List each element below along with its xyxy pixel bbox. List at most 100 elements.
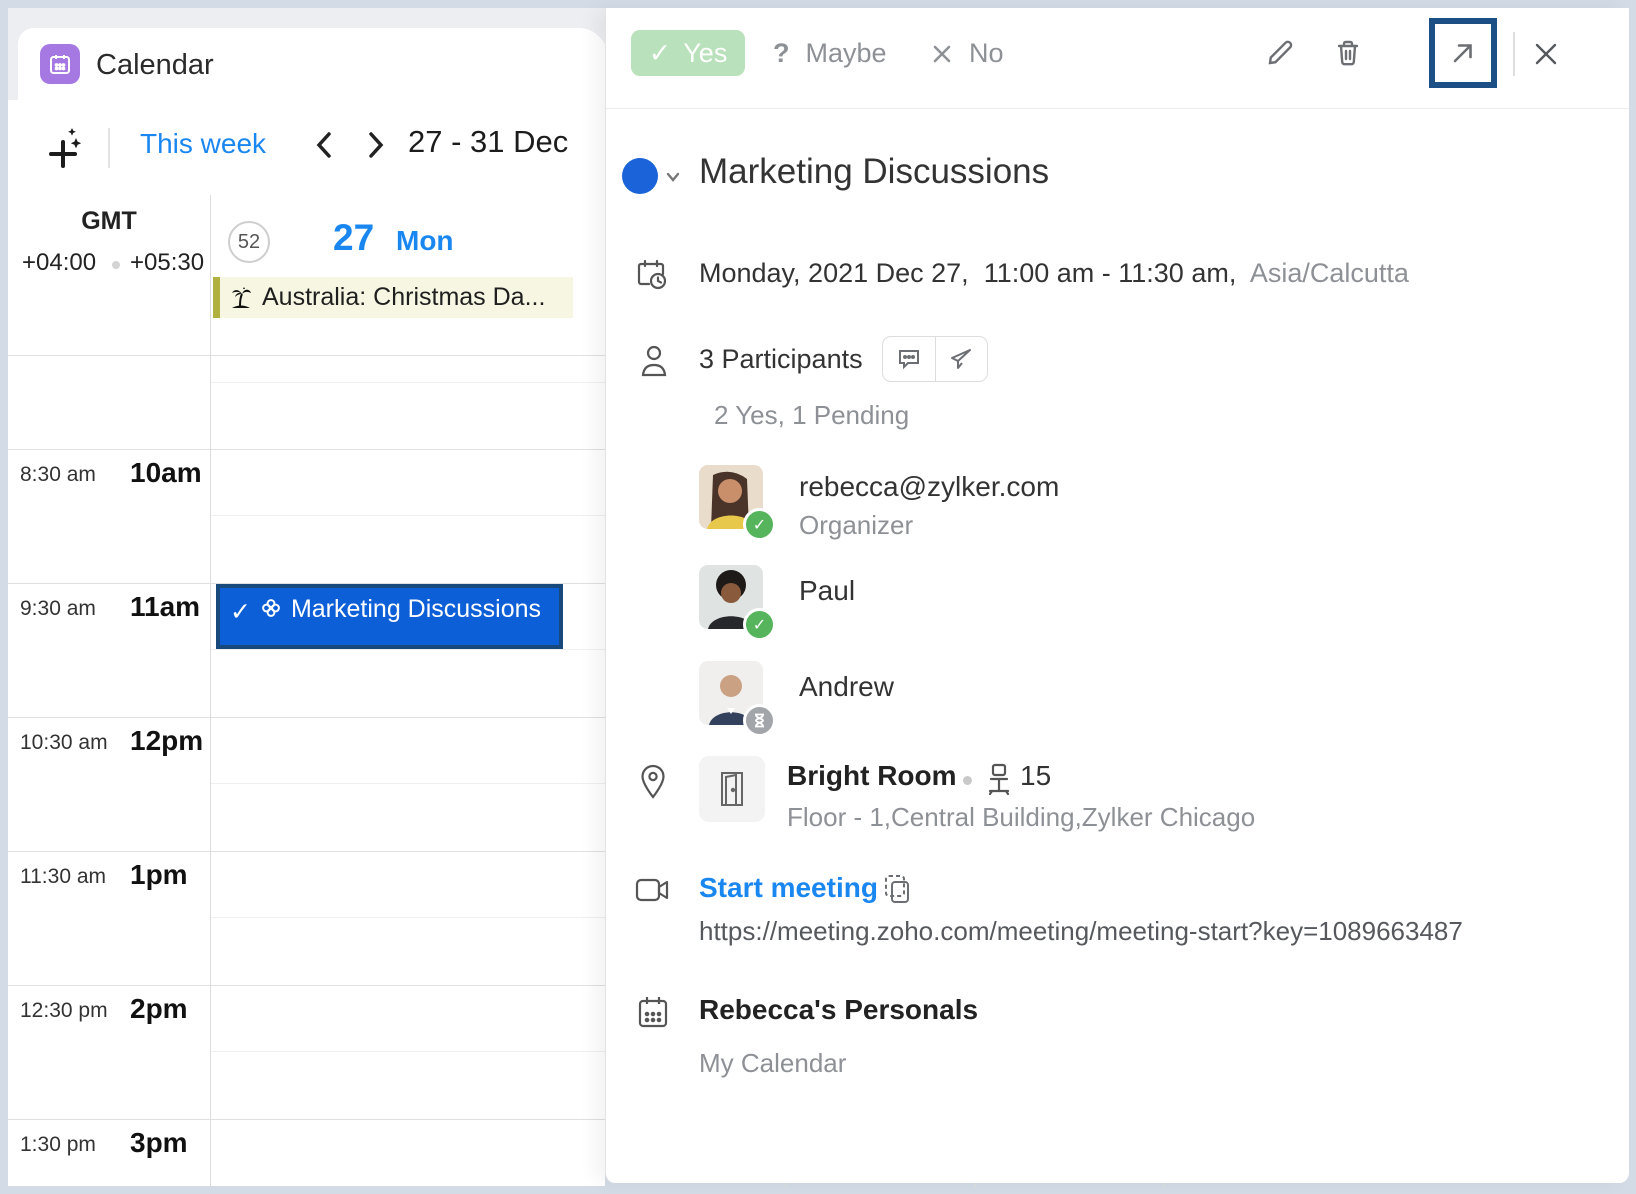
question-icon: ? bbox=[773, 38, 790, 68]
meeting-room-door-icon bbox=[699, 756, 765, 822]
time-label-primary: 1pm bbox=[130, 859, 188, 891]
day-header: GMT +04:00 +05:30 52 27 Mon Au bbox=[8, 195, 605, 355]
event-block-title: Marketing Discussions bbox=[291, 595, 541, 623]
rsvp-no-button[interactable]: No bbox=[931, 38, 1004, 69]
timezone-secondary: +04:00 bbox=[22, 249, 96, 277]
location-pin-icon bbox=[638, 763, 668, 801]
open-in-new-icon[interactable] bbox=[1446, 36, 1480, 70]
x-icon bbox=[931, 43, 953, 65]
close-panel-icon[interactable] bbox=[1530, 38, 1562, 70]
status-pending-badge bbox=[743, 704, 776, 737]
time-label-secondary: 1:30 pm bbox=[20, 1133, 96, 1157]
chevron-down-icon[interactable] bbox=[664, 170, 682, 184]
timezone-separator-dot bbox=[112, 261, 120, 269]
send-invite-icon[interactable] bbox=[935, 337, 988, 381]
event-time: 11:00 am - 11:30 am, bbox=[984, 258, 1237, 288]
time-row: 10:30 am 12pm bbox=[8, 717, 210, 777]
calendar-icon bbox=[636, 994, 670, 1030]
event-color-swatch[interactable] bbox=[622, 158, 658, 194]
status-yes-badge: ✓ bbox=[743, 608, 776, 641]
check-icon: ✓ bbox=[649, 38, 672, 69]
calendar-week-view: Calendar This week 27 - 31 Dec GMT + bbox=[8, 8, 605, 1186]
meeting-url[interactable]: https://meeting.zoho.com/meeting/meeting… bbox=[699, 916, 1463, 947]
room-capacity: 15 bbox=[1020, 760, 1051, 792]
panel-header-divider bbox=[606, 108, 1629, 109]
time-row: 12:30 pm 2pm bbox=[8, 985, 210, 1045]
delete-icon[interactable] bbox=[1331, 36, 1365, 70]
event-clover-icon bbox=[259, 596, 283, 620]
grid-halfline bbox=[210, 515, 605, 516]
actions-divider bbox=[1513, 32, 1515, 76]
calendar-app-icon bbox=[40, 44, 80, 84]
participants-count: 3 Participants bbox=[699, 344, 863, 375]
next-week-icon[interactable] bbox=[362, 126, 390, 164]
time-row: 11:30 am 1pm bbox=[8, 851, 210, 911]
allday-event-australia-christmas[interactable]: Australia: Christmas Da... bbox=[213, 277, 573, 318]
video-meeting-icon bbox=[634, 874, 672, 906]
edit-icon[interactable] bbox=[1263, 36, 1297, 70]
calendar-tab[interactable]: Calendar bbox=[18, 28, 548, 100]
app-window: Calendar This week 27 - 31 Dec GMT + bbox=[0, 0, 1636, 1194]
rsvp-summary: 2 Yes, 1 Pending bbox=[714, 400, 909, 431]
event-datetime: Monday, 2021 Dec 27, 11:00 am - 11:30 am… bbox=[699, 258, 1409, 289]
holiday-palm-tree-icon bbox=[228, 285, 254, 311]
grid-halfline bbox=[210, 649, 605, 650]
gmt-label: GMT bbox=[8, 207, 210, 236]
calendar-name: Rebecca's Personals bbox=[699, 994, 978, 1026]
comment-icon[interactable] bbox=[883, 337, 935, 381]
accepted-check-icon: ✓ bbox=[230, 596, 251, 629]
day-name[interactable]: Mon bbox=[396, 225, 454, 257]
start-meeting-link[interactable]: Start meeting bbox=[699, 872, 878, 904]
rsvp-yes-label: Yes bbox=[683, 38, 727, 69]
calendar-type: My Calendar bbox=[699, 1048, 846, 1079]
participant-name: Andrew bbox=[799, 671, 894, 703]
grid-halfline bbox=[210, 382, 605, 383]
participant-actions bbox=[882, 336, 988, 382]
time-label-primary: 3pm bbox=[130, 1127, 188, 1159]
create-event-icon[interactable] bbox=[43, 124, 89, 170]
prev-week-icon[interactable] bbox=[310, 126, 338, 164]
timezone-primary: +05:30 bbox=[130, 249, 204, 277]
room-name[interactable]: Bright Room bbox=[787, 760, 957, 792]
time-label-primary: 2pm bbox=[130, 993, 188, 1025]
rsvp-no-label: No bbox=[969, 38, 1004, 69]
room-address: Floor - 1,Central Building,Zylker Chicag… bbox=[787, 802, 1255, 833]
status-yes-badge: ✓ bbox=[743, 508, 776, 541]
grid-halfline bbox=[210, 783, 605, 784]
participants-icon bbox=[638, 342, 670, 378]
participant-name: rebecca@zylker.com bbox=[799, 471, 1059, 503]
copy-link-icon[interactable] bbox=[882, 872, 914, 906]
participant-name: Paul bbox=[799, 575, 855, 607]
event-timezone: Asia/Calcutta bbox=[1250, 258, 1409, 288]
time-label-secondary: 9:30 am bbox=[20, 597, 96, 621]
time-label-secondary: 10:30 am bbox=[20, 731, 108, 755]
grid-line bbox=[8, 355, 605, 356]
grid-halfline bbox=[210, 1051, 605, 1052]
this-week-button[interactable]: This week bbox=[140, 128, 266, 160]
time-label-primary: 12pm bbox=[130, 725, 203, 757]
schedule-icon bbox=[634, 256, 670, 292]
rsvp-maybe-button[interactable]: ? Maybe bbox=[773, 38, 887, 69]
event-block-marketing-discussions[interactable]: ✓ Marketing Discussions bbox=[216, 584, 563, 649]
event-detail-panel: ✓ Yes ? Maybe No bbox=[605, 8, 1629, 1183]
time-row: 9:30 am 11am bbox=[8, 583, 210, 643]
grid-sliver bbox=[975, 1183, 976, 1188]
rsvp-yes-button[interactable]: ✓ Yes bbox=[631, 30, 745, 76]
date-range-label: 27 - 31 Dec bbox=[408, 124, 568, 160]
day-number[interactable]: 27 bbox=[333, 217, 374, 259]
time-label-secondary: 11:30 am bbox=[20, 865, 106, 889]
grid-halfline bbox=[210, 917, 605, 918]
separator-dot bbox=[963, 776, 972, 785]
open-in-new-highlight-box bbox=[1429, 18, 1497, 88]
time-label-primary: 10am bbox=[130, 457, 202, 489]
rsvp-maybe-label: Maybe bbox=[806, 38, 887, 68]
grid-sliver bbox=[785, 1183, 786, 1188]
time-label-secondary: 12:30 pm bbox=[20, 999, 108, 1023]
seat-capacity-icon bbox=[984, 761, 1014, 795]
gutter-divider bbox=[210, 195, 211, 1186]
event-title: Marketing Discussions bbox=[699, 152, 1049, 192]
calendar-toolbar: This week 27 - 31 Dec bbox=[8, 100, 605, 196]
allday-event-title: Australia: Christmas Da... bbox=[262, 283, 545, 312]
time-row: 1:30 pm 3pm bbox=[8, 1119, 210, 1179]
week-number-badge: 52 bbox=[228, 221, 270, 263]
